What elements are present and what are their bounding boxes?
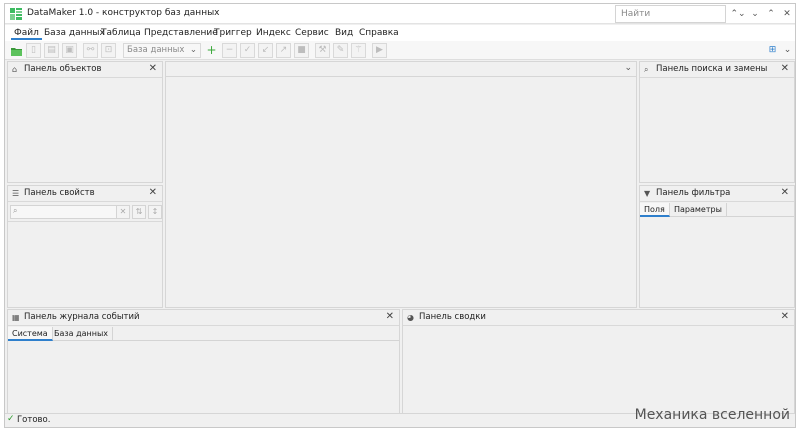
arrow-up-right-icon[interactable]: ↗ [276, 43, 291, 58]
minimize-button[interactable]: ⌄ [747, 7, 763, 21]
close-icon[interactable]: ✕ [781, 311, 789, 322]
open-folder-icon[interactable] [8, 43, 23, 58]
home-icon: ⌂ [12, 65, 18, 74]
properties-panel-header: ☰ Панель свойств ✕ [8, 186, 162, 202]
properties-search-input[interactable] [11, 206, 117, 218]
global-search-box[interactable] [615, 5, 726, 23]
arrow-down-left-icon[interactable]: ↙ [258, 43, 273, 58]
close-icon[interactable]: ✕ [781, 63, 789, 74]
properties-search-box[interactable]: ⌕ [10, 205, 118, 219]
filter-panel-title: Панель фильтра [656, 188, 731, 198]
magic-icon[interactable]: ⚚ [351, 43, 366, 58]
search-icon: ⌕ [13, 206, 18, 215]
database-select-value: База данных [127, 45, 185, 55]
main-toolbar: ▯ ▤ ▣ ⚯ ⊡ База данных ⌄ + − ✓ ↙ ↗ ■ ⚒ ✎ … [5, 41, 795, 60]
chevron-down-icon: ⌄ [189, 45, 197, 55]
menu-view-representation[interactable]: Представление [141, 27, 221, 40]
calendar-icon: ▦ [12, 313, 20, 322]
global-search-input[interactable] [616, 6, 725, 22]
maximize-button[interactable]: ⌃ [763, 7, 779, 21]
menu-index[interactable]: Индекс [253, 27, 294, 40]
search-replace-panel-header: ⌕ Панель поиска и замены ✕ [640, 62, 794, 78]
filter-tabs: Поля Параметры [640, 203, 794, 217]
watermark: Механика вселенной [634, 407, 790, 423]
close-icon[interactable]: ✕ [386, 311, 394, 322]
sort-icon[interactable]: ⇅ [132, 205, 146, 219]
lock-icon[interactable]: ⊡ [101, 43, 116, 58]
filter-panel: ▼ Панель фильтра ✕ Поля Параметры [639, 185, 795, 308]
objects-panel-header: ⌂ Панель объектов ✕ [8, 62, 162, 78]
check-icon: ✓ [7, 414, 15, 424]
menu-help[interactable]: Справка [356, 27, 402, 40]
summary-panel: ◕ Панель сводки ✕ [402, 309, 795, 414]
summary-panel-header: ◕ Панель сводки ✕ [403, 310, 794, 326]
summary-panel-title: Панель сводки [419, 312, 486, 322]
close-button[interactable]: ✕ [779, 7, 795, 21]
document-area: ⌄ [165, 61, 637, 308]
event-log-tabs: Система База данных [8, 327, 399, 341]
window-title: DataMaker 1.0 - конструктор баз данных [27, 8, 220, 18]
properties-panel: ☰ Панель свойств ✕ ⌕ ✕ ⇅ ↕ [7, 185, 163, 308]
close-icon[interactable]: ✕ [149, 63, 157, 74]
event-log-panel-header: ▦ Панель журнала событий ✕ [8, 310, 399, 326]
app-window: DataMaker 1.0 - конструктор баз данных ⌃… [4, 3, 796, 428]
close-icon[interactable]: ✕ [781, 187, 789, 198]
menu-view[interactable]: Вид [332, 27, 356, 40]
database-select[interactable]: База данных ⌄ [123, 43, 201, 58]
menu-file[interactable]: Файл [11, 27, 42, 40]
expand-icon[interactable]: ↕ [148, 205, 162, 219]
objects-tree[interactable] [8, 79, 162, 182]
properties-list-icon: ☰ [12, 189, 20, 198]
stop-icon[interactable]: ■ [294, 43, 309, 58]
filter-icon: ▼ [644, 189, 651, 198]
remove-icon[interactable]: − [222, 43, 237, 58]
add-icon[interactable]: + [204, 43, 219, 58]
tab-system[interactable]: Система [8, 327, 53, 341]
filter-panel-header: ▼ Панель фильтра ✕ [640, 186, 794, 202]
toolbar-more-chevron-icon[interactable]: ⌄ [780, 43, 795, 58]
menu-bar: Файл База данных Таблица Представление Т… [5, 25, 795, 41]
objects-panel-title: Панель объектов [24, 64, 102, 74]
layout-grid-icon[interactable]: ⊞ [765, 43, 780, 58]
search-replace-body [640, 79, 794, 182]
new-file-icon[interactable]: ▯ [26, 43, 41, 58]
document-tab-bar: ⌄ [166, 62, 636, 77]
edit-icon[interactable]: ▤ [44, 43, 59, 58]
link-icon[interactable]: ⚯ [83, 43, 98, 58]
app-logo-icon [10, 8, 22, 20]
pencil-icon[interactable]: ✎ [333, 43, 348, 58]
check-icon[interactable]: ✓ [240, 43, 255, 58]
menu-table[interactable]: Таблица [98, 27, 144, 40]
properties-panel-title: Панель свойств [24, 188, 95, 198]
search-replace-panel: ⌕ Панель поиска и замены ✕ [639, 61, 795, 183]
objects-panel: ⌂ Панель объектов ✕ [7, 61, 163, 183]
search-icon: ⌕ [644, 65, 649, 74]
event-log-panel-title: Панель журнала событий [24, 312, 140, 322]
restore-toggle-icon[interactable]: ⌃⌄ [730, 7, 746, 21]
tab-parameters[interactable]: Параметры [670, 203, 727, 217]
document-tabs-chevron-icon[interactable]: ⌄ [624, 63, 632, 73]
save-icon[interactable]: ▣ [62, 43, 77, 58]
close-icon[interactable]: ✕ [149, 187, 157, 198]
filter-edit-icon[interactable]: ⚒ [315, 43, 330, 58]
summary-body [403, 327, 794, 413]
play-icon[interactable]: ▶ [372, 43, 387, 58]
menu-service[interactable]: Сервис [292, 27, 332, 40]
clear-search-icon[interactable]: ✕ [116, 205, 130, 219]
properties-grid[interactable] [8, 221, 162, 307]
event-log-panel: ▦ Панель журнала событий ✕ Система База … [7, 309, 400, 414]
title-bar: DataMaker 1.0 - конструктор баз данных ⌃… [5, 4, 795, 24]
tab-fields[interactable]: Поля [640, 203, 670, 217]
menu-trigger[interactable]: Триггер [211, 27, 255, 40]
search-replace-panel-title: Панель поиска и замены [656, 64, 768, 74]
tab-database[interactable]: База данных [50, 327, 114, 341]
status-text: Готово. [17, 415, 51, 425]
pie-chart-icon: ◕ [407, 313, 414, 322]
